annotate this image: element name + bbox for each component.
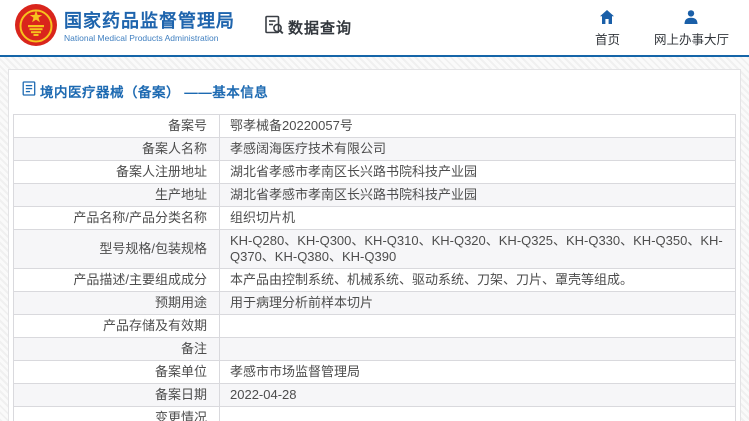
nav-service-hall-label: 网上办事大厅 bbox=[654, 34, 729, 47]
nav-home-label: 首页 bbox=[595, 34, 620, 47]
record-info-table: 备案号 鄂孝械备20220057号 备案人名称 孝感阔海医疗技术有限公司 备案人… bbox=[13, 114, 736, 421]
row-label: 型号规格/包装规格 bbox=[14, 230, 220, 269]
row-label: 备案号 bbox=[14, 115, 220, 138]
table-row: 备案日期 2022-04-28 bbox=[14, 384, 736, 407]
table-row: 产品描述/主要组成成分 本产品由控制系统、机械系统、驱动系统、刀架、刀片、罩壳等… bbox=[14, 269, 736, 292]
user-icon bbox=[683, 9, 699, 34]
row-label: 备案单位 bbox=[14, 361, 220, 384]
home-icon bbox=[599, 9, 615, 34]
row-value: 本产品由控制系统、机械系统、驱动系统、刀架、刀片、罩壳等组成。 bbox=[220, 269, 736, 292]
row-value bbox=[220, 338, 736, 361]
table-row: 备案人名称 孝感阔海医疗技术有限公司 bbox=[14, 138, 736, 161]
row-label: 备案日期 bbox=[14, 384, 220, 407]
table-row: 生产地址 湖北省孝感市孝南区长兴路书院科技产业园 bbox=[14, 184, 736, 207]
row-value bbox=[220, 315, 736, 338]
row-label: 产品名称/产品分类名称 bbox=[14, 207, 220, 230]
row-label: 变更情况 bbox=[14, 407, 220, 421]
row-label: 产品描述/主要组成成分 bbox=[14, 269, 220, 292]
table-row: 备案单位 孝感市市场监督管理局 bbox=[14, 361, 736, 384]
national-emblem-logo bbox=[14, 3, 58, 52]
row-value: 湖北省孝感市孝南区长兴路书院科技产业园 bbox=[220, 184, 736, 207]
org-name-en: National Medical Products Administration bbox=[64, 34, 235, 43]
table-row: 变更情况 bbox=[14, 407, 736, 421]
document-search-icon bbox=[263, 14, 285, 41]
nav-item-service-hall[interactable]: 网上办事大厅 bbox=[654, 9, 729, 47]
table-row: 备案人注册地址 湖北省孝感市孝南区长兴路书院科技产业园 bbox=[14, 161, 736, 184]
row-value: 2022-04-28 bbox=[220, 384, 736, 407]
row-value: 孝感阔海医疗技术有限公司 bbox=[220, 138, 736, 161]
data-query-tab[interactable]: 数据查询 bbox=[263, 14, 352, 41]
document-icon bbox=[22, 81, 40, 101]
row-value: 用于病理分析前样本切片 bbox=[220, 292, 736, 315]
row-value: 组织切片机 bbox=[220, 207, 736, 230]
row-label: 产品存储及有效期 bbox=[14, 315, 220, 338]
row-value bbox=[220, 407, 736, 421]
top-nav: 首页 网上办事大厅 bbox=[595, 9, 729, 47]
row-label: 备案人名称 bbox=[14, 138, 220, 161]
row-label: 生产地址 bbox=[14, 184, 220, 207]
page-title: 境内医疗器械（备案） ——基本信息 bbox=[40, 81, 268, 101]
table-row: 产品名称/产品分类名称 组织切片机 bbox=[14, 207, 736, 230]
table-row: 备注 bbox=[14, 338, 736, 361]
org-name-zh: 国家药品监督管理局 bbox=[64, 12, 235, 32]
table-row: 产品存储及有效期 bbox=[14, 315, 736, 338]
table-row: 预期用途 用于病理分析前样本切片 bbox=[14, 292, 736, 315]
org-title-block: 国家药品监督管理局 National Medical Products Admi… bbox=[64, 12, 235, 43]
table-row: 备案号 鄂孝械备20220057号 bbox=[14, 115, 736, 138]
row-label: 备注 bbox=[14, 338, 220, 361]
page-title-bar: 境内医疗器械（备案） ——基本信息 bbox=[9, 70, 740, 110]
content-box: 境内医疗器械（备案） ——基本信息 备案号 鄂孝械备20220057号 备案人名… bbox=[8, 69, 741, 421]
nav-item-home[interactable]: 首页 bbox=[595, 9, 620, 47]
data-query-label: 数据查询 bbox=[288, 17, 352, 38]
row-label: 预期用途 bbox=[14, 292, 220, 315]
table-row: 型号规格/包装规格 KH-Q280、KH-Q300、KH-Q310、KH-Q32… bbox=[14, 230, 736, 269]
row-value: 湖北省孝感市孝南区长兴路书院科技产业园 bbox=[220, 161, 736, 184]
row-value: 孝感市市场监督管理局 bbox=[220, 361, 736, 384]
row-value: 鄂孝械备20220057号 bbox=[220, 115, 736, 138]
site-header: 国家药品监督管理局 National Medical Products Admi… bbox=[0, 0, 749, 57]
row-value: KH-Q280、KH-Q300、KH-Q310、KH-Q320、KH-Q325、… bbox=[220, 230, 736, 269]
row-label: 备案人注册地址 bbox=[14, 161, 220, 184]
